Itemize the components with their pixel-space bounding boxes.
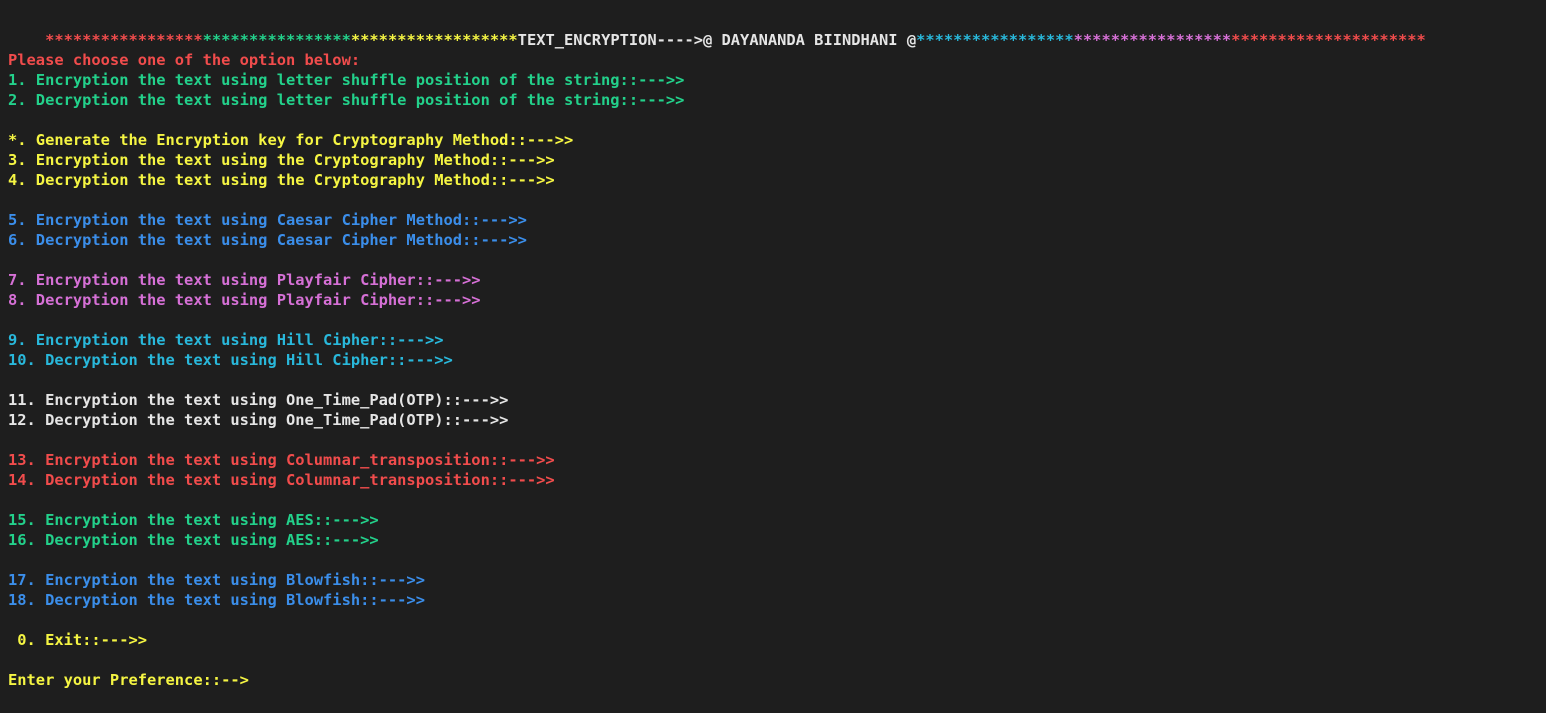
menu-option: 8. Decryption the text using Playfair Ci…: [8, 291, 481, 309]
input-prompt: Enter your Preference::-->: [8, 671, 249, 689]
banner-stars-red-end: *********************: [1231, 31, 1426, 49]
banner-stars-green: ****************: [202, 31, 351, 49]
menu-option: 15. Encryption the text using AES::--->>: [8, 511, 379, 529]
banner: ****************************************…: [8, 10, 1546, 49]
menu-group: 1. Encryption the text using letter shuf…: [8, 70, 1546, 110]
menu-option: 5. Encryption the text using Caesar Ciph…: [8, 211, 527, 229]
menu-group: 13. Encryption the text using Columnar_t…: [8, 450, 1546, 490]
exit-option: 0. Exit::--->>: [8, 631, 147, 649]
menu-option: 1. Encryption the text using letter shuf…: [8, 71, 685, 89]
banner-title: TEXT_ENCRYPTION---->@ DAYANANDA BIINDHAN…: [517, 31, 917, 49]
menu-group: 15. Encryption the text using AES::--->>…: [8, 510, 1546, 550]
banner-stars-red: *****************: [45, 31, 203, 49]
banner-stars-yellow: ******************: [350, 31, 518, 49]
menu-option: 2. Decryption the text using letter shuf…: [8, 91, 685, 109]
menu-option: 16. Decryption the text using AES::--->>: [8, 531, 379, 549]
menu-option: 6. Decryption the text using Caesar Ciph…: [8, 231, 527, 249]
menu-option: 13. Encryption the text using Columnar_t…: [8, 451, 555, 469]
menu-option: 18. Decryption the text using Blowfish::…: [8, 591, 425, 609]
menu-option: 10. Decryption the text using Hill Ciphe…: [8, 351, 453, 369]
menu-group: 7. Encryption the text using Playfair Ci…: [8, 270, 1546, 310]
banner-stars-magenta: *****************: [1073, 31, 1232, 49]
menu-option: *. Generate the Encryption key for Crypt…: [8, 131, 574, 149]
menu-heading: Please choose one of the option below:: [8, 51, 361, 69]
input-prompt-line[interactable]: Enter your Preference::-->: [8, 670, 1546, 690]
menu-option: 7. Encryption the text using Playfair Ci…: [8, 271, 481, 289]
menu-option: 11. Encryption the text using One_Time_P…: [8, 391, 509, 409]
menu-group: 5. Encryption the text using Caesar Ciph…: [8, 210, 1546, 250]
menu-option: 14. Decryption the text using Columnar_t…: [8, 471, 555, 489]
terminal-window: ****************************************…: [0, 0, 1546, 713]
menu-option: 12. Decryption the text using One_Time_P…: [8, 411, 509, 429]
menu-option: 3. Encryption the text using the Cryptog…: [8, 151, 555, 169]
menu-option: 4. Decryption the text using the Cryptog…: [8, 171, 555, 189]
menu-group: 11. Encryption the text using One_Time_P…: [8, 390, 1546, 430]
banner-stars-cyan: *****************: [916, 31, 1074, 49]
menu-option: 9. Encryption the text using Hill Cipher…: [8, 331, 444, 349]
menu-option: 17. Encryption the text using Blowfish::…: [8, 571, 425, 589]
menu-options: 1. Encryption the text using letter shuf…: [8, 70, 1546, 610]
menu-group: 9. Encryption the text using Hill Cipher…: [8, 330, 1546, 370]
menu-group: *. Generate the Encryption key for Crypt…: [8, 130, 1546, 190]
menu-group: 17. Encryption the text using Blowfish::…: [8, 570, 1546, 610]
